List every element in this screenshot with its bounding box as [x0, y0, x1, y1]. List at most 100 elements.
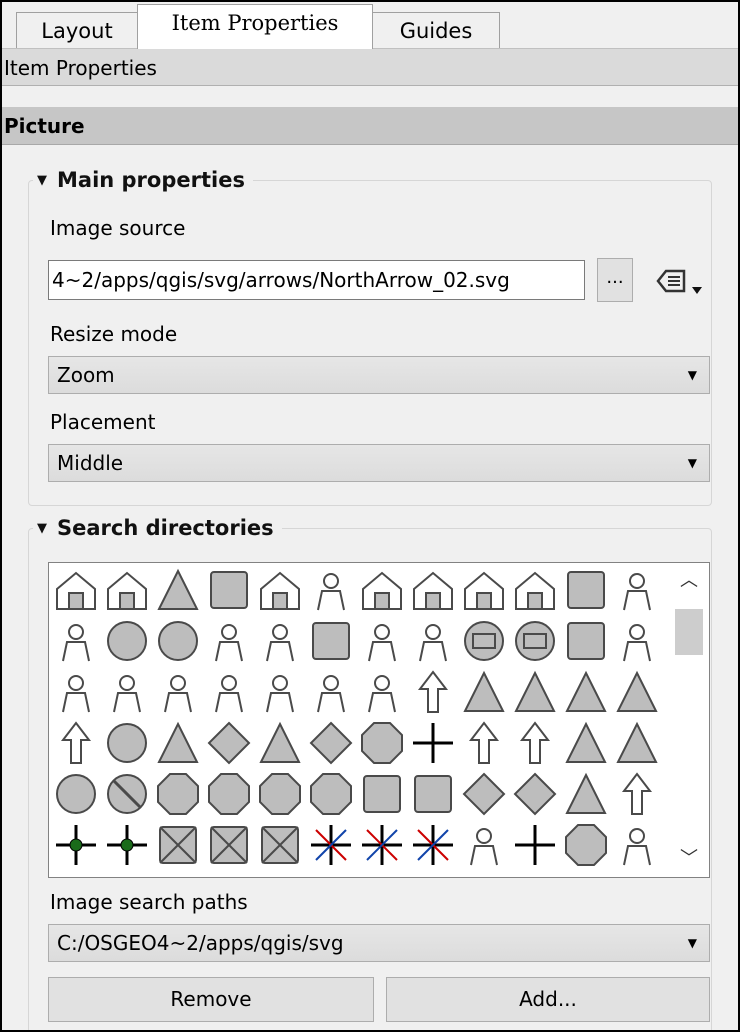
north-icon[interactable] [257, 720, 303, 766]
north-arrow-icon[interactable] [563, 720, 609, 766]
balance-icon[interactable] [614, 567, 660, 613]
main-properties-header[interactable]: ▼ Main properties [33, 163, 253, 198]
arrow-n-icon[interactable] [461, 669, 507, 715]
glass-icon[interactable] [614, 822, 660, 868]
shield-icon[interactable] [563, 822, 609, 868]
wc-man-icon[interactable] [257, 669, 303, 715]
wc-woman-icon[interactable] [308, 669, 354, 715]
handcuffs-icon[interactable] [359, 618, 405, 664]
tent-icon[interactable] [155, 567, 201, 613]
arrow-icon[interactable] [53, 720, 99, 766]
placement-select[interactable]: Middle ▼ [48, 444, 710, 482]
resize-mode-select[interactable]: Zoom ▼ [48, 356, 710, 394]
image-source-input[interactable]: 4~2/apps/qgis/svg/arrows/NorthArrow_02.s… [48, 260, 585, 300]
power-icon[interactable] [104, 720, 150, 766]
fire-icon[interactable] [53, 618, 99, 664]
star-icon[interactable] [359, 720, 405, 766]
search-path-value: C:/OSGEO4~2/apps/qgis/svg [57, 931, 344, 955]
fountain-icon[interactable] [206, 618, 252, 664]
mail-icon[interactable] [512, 618, 558, 664]
tab-guides[interactable]: Guides [372, 12, 500, 48]
phone-icon[interactable] [104, 669, 150, 715]
fire-station-icon[interactable] [104, 618, 150, 664]
house-icon[interactable] [359, 567, 405, 613]
police-icon[interactable] [410, 618, 456, 664]
arrow-n-icon[interactable] [563, 669, 609, 715]
bench-icon[interactable] [563, 567, 609, 613]
search-directories-title: Search directories [57, 516, 274, 540]
phone-box-icon[interactable] [563, 618, 609, 664]
shelter-icon[interactable] [461, 567, 507, 613]
recycle-icon[interactable] [614, 618, 660, 664]
tab-layout[interactable]: Layout [16, 12, 138, 48]
browse-button[interactable]: ... [597, 258, 633, 302]
plus-icon[interactable] [512, 822, 558, 868]
diamond-icon[interactable] [461, 771, 507, 817]
svg-icon-grid [53, 567, 660, 868]
no-entry-icon[interactable] [104, 771, 150, 817]
data-defined-override-icon[interactable] [654, 263, 706, 299]
crossing-icon[interactable] [53, 822, 99, 868]
north-arrow-icon[interactable] [614, 720, 660, 766]
star8-icon[interactable] [308, 771, 354, 817]
compass-rose-icon[interactable] [308, 720, 354, 766]
x-box-icon[interactable] [257, 822, 303, 868]
flame-icon[interactable] [461, 822, 507, 868]
x-box-icon[interactable] [155, 822, 201, 868]
triangle-icon[interactable] [563, 771, 609, 817]
compass-icon[interactable] [206, 720, 252, 766]
shield-icon[interactable] [257, 771, 303, 817]
book-icon[interactable] [308, 618, 354, 664]
shelter-icon[interactable] [410, 567, 456, 613]
toilets-icon[interactable] [155, 669, 201, 715]
add-button[interactable]: Add... [386, 977, 710, 1022]
tab-bar: Layout Item Properties Guides [2, 2, 738, 49]
pointer-icon[interactable] [512, 720, 558, 766]
crossing-icon[interactable] [104, 822, 150, 868]
arrow-up-icon[interactable] [410, 669, 456, 715]
search-directories-header[interactable]: ▼ Search directories [33, 511, 282, 546]
collapse-triangle-icon: ▼ [37, 521, 47, 536]
search-path-select[interactable]: C:/OSGEO4~2/apps/qgis/svg ▼ [48, 924, 710, 962]
info-icon[interactable] [257, 618, 303, 664]
diamond-icon[interactable] [512, 771, 558, 817]
scrollbar-thumb[interactable] [675, 609, 703, 655]
asterisk-icon[interactable] [359, 822, 405, 868]
chevron-icon[interactable] [614, 771, 660, 817]
x-box-icon[interactable] [206, 822, 252, 868]
square-icon[interactable] [410, 771, 456, 817]
resize-mode-value: Zoom [57, 363, 115, 387]
asterisk-icon[interactable] [410, 822, 456, 868]
panel-title: Item Properties [2, 48, 738, 86]
chevron-down-icon: ▼ [687, 936, 697, 950]
pin-icon[interactable] [410, 720, 456, 766]
asterisk-icon[interactable] [308, 822, 354, 868]
arrow-n-icon[interactable] [512, 669, 558, 715]
arrow-n-icon[interactable] [614, 669, 660, 715]
scroll-down-icon[interactable]: ﹀ [669, 841, 709, 877]
hut-icon[interactable] [53, 567, 99, 613]
chevron-down-icon: ▼ [687, 456, 697, 470]
fire-station-icon[interactable] [155, 618, 201, 664]
bed-icon[interactable] [308, 567, 354, 613]
tree-house-icon[interactable] [512, 567, 558, 613]
caravan-icon[interactable] [206, 567, 252, 613]
gallery-scrollbar[interactable]: ︿ ﹀ [669, 563, 709, 877]
remove-button[interactable]: Remove [48, 977, 374, 1022]
mail-icon[interactable] [461, 618, 507, 664]
bed-house-icon[interactable] [257, 567, 303, 613]
north-icon[interactable] [155, 720, 201, 766]
wheelchair-icon[interactable] [206, 669, 252, 715]
tab-item-properties[interactable]: Item Properties [137, 4, 373, 49]
badge-icon[interactable] [206, 771, 252, 817]
image-search-paths-label: Image search paths [50, 890, 248, 914]
scroll-up-icon[interactable]: ︿ [669, 563, 709, 599]
octagon-icon[interactable] [155, 771, 201, 817]
square-icon[interactable] [359, 771, 405, 817]
svg-icon-gallery[interactable]: ︿ ﹀ [48, 562, 710, 878]
circle-icon[interactable] [53, 771, 99, 817]
toilet-child-icon[interactable] [359, 669, 405, 715]
house-b-icon[interactable] [104, 567, 150, 613]
tripod-icon[interactable] [53, 669, 99, 715]
pointer-icon[interactable] [461, 720, 507, 766]
